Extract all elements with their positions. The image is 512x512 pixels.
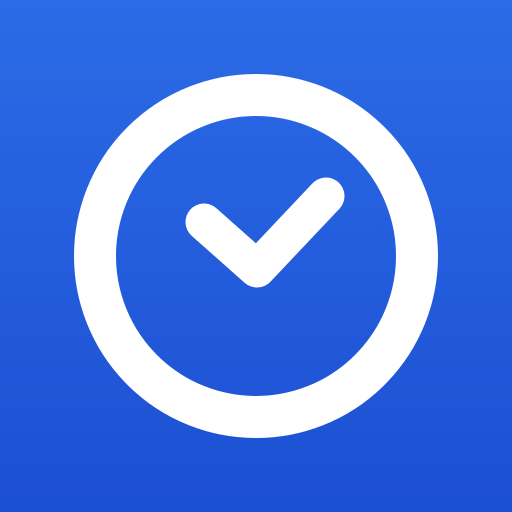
app-icon [0, 0, 512, 512]
clock-check-icon [74, 74, 438, 438]
check-mark-icon [185, 177, 345, 288]
